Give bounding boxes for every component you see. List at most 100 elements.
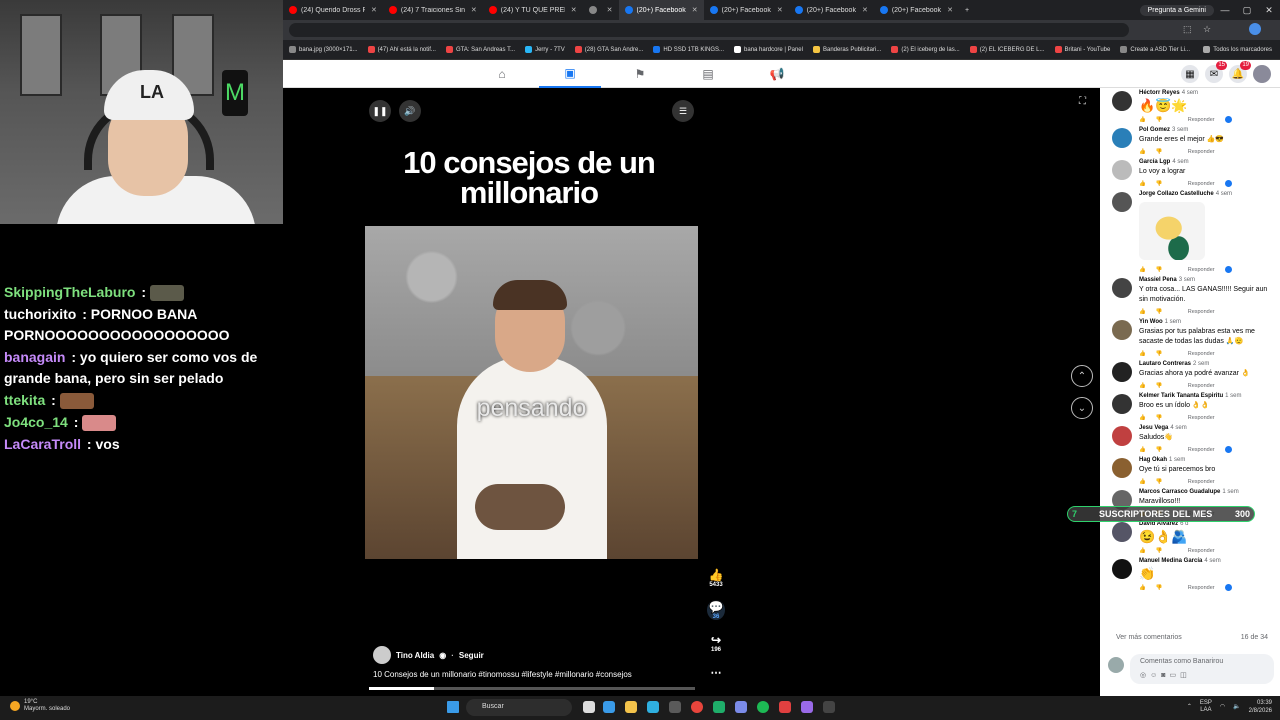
list-icon[interactable]: ☰: [672, 100, 694, 122]
browser-tab[interactable]: (20+) Facebook ✕: [704, 0, 789, 20]
marketplace-icon[interactable]: ▤: [677, 60, 739, 88]
volume-icon[interactable]: 🔊: [399, 100, 421, 122]
video-icon[interactable]: ▣: [539, 60, 601, 88]
commenter-name[interactable]: Lautaro Contreras: [1139, 361, 1191, 367]
commenter-avatar[interactable]: [1112, 192, 1132, 212]
like-icon[interactable]: 👍: [1139, 585, 1146, 591]
like-icon[interactable]: 👍: [1139, 267, 1146, 273]
reply-button[interactable]: Responder: [1188, 383, 1215, 389]
reply-button[interactable]: Responder: [1188, 351, 1215, 357]
star-icon[interactable]: ☆: [1203, 24, 1211, 35]
chat-username[interactable]: banagain: [4, 349, 65, 365]
gif-icon[interactable]: ▭: [1170, 672, 1181, 679]
camera-icon[interactable]: ◙: [1161, 672, 1169, 679]
pause-icon[interactable]: ❚❚: [369, 100, 391, 122]
dislike-icon[interactable]: 👎: [1156, 383, 1163, 389]
like-icon[interactable]: 👍: [1139, 415, 1146, 421]
task-view-icon[interactable]: [583, 701, 595, 713]
chat-username[interactable]: SkippingTheLaburo: [4, 284, 135, 300]
chat-username[interactable]: Jo4co_14: [4, 414, 68, 430]
bookmark-item[interactable]: (2) EL ICEBERG DE L...: [969, 46, 1045, 53]
emoji-icon[interactable]: ☺: [1150, 672, 1161, 679]
chevron-up-icon[interactable]: ⌃: [1187, 703, 1192, 711]
commenter-name[interactable]: Massiel Pena: [1139, 277, 1177, 283]
video-frame[interactable]: pensando: [365, 226, 698, 559]
close-tab-icon[interactable]: ✕: [607, 6, 613, 14]
more-comments-link[interactable]: Ver más comentarios: [1116, 634, 1182, 641]
file-explorer-icon[interactable]: [625, 701, 637, 713]
commenter-avatar[interactable]: [1112, 320, 1132, 340]
wifi-icon[interactable]: ◠: [1220, 703, 1225, 711]
like-button[interactable]: 👍 5433: [708, 568, 724, 588]
share-button[interactable]: ↪ 196: [708, 633, 724, 653]
commenter-name[interactable]: Yin Woo: [1139, 319, 1163, 325]
dislike-icon[interactable]: 👎: [1156, 149, 1163, 155]
browser-tab[interactable]: ✕: [583, 0, 619, 20]
browser-tab[interactable]: (24) Y TU QUE PREFIER ✕: [483, 0, 583, 20]
like-icon[interactable]: 👍: [1139, 479, 1146, 485]
mail-icon[interactable]: [603, 701, 615, 713]
reply-button[interactable]: Responder: [1188, 415, 1215, 421]
bookmark-item[interactable]: Create a ASD Tier Li...: [1120, 46, 1190, 53]
close-tab-icon[interactable]: ✕: [571, 6, 577, 14]
dislike-icon[interactable]: 👎: [1156, 548, 1163, 554]
close-window-icon[interactable]: ✕: [1258, 5, 1280, 16]
spotify-icon[interactable]: [757, 701, 769, 713]
like-icon[interactable]: 👍: [1139, 181, 1146, 187]
dislike-icon[interactable]: 👎: [1156, 117, 1163, 123]
more-options-icon[interactable]: ⋯: [708, 666, 724, 679]
megaphone-icon[interactable]: 📢: [746, 60, 808, 88]
browser-tab[interactable]: (20+) Facebook ✕: [618, 0, 704, 20]
close-tab-icon[interactable]: ✕: [371, 6, 377, 14]
commenter-name[interactable]: Hag Okah: [1139, 457, 1167, 463]
comment-button[interactable]: 💬 36: [707, 600, 725, 620]
dislike-icon[interactable]: 👎: [1156, 351, 1163, 357]
chat-username[interactable]: ttekita: [4, 392, 45, 408]
author-avatar[interactable]: [373, 646, 391, 664]
app-icon-blue[interactable]: [735, 701, 747, 713]
new-tab-button[interactable]: +: [959, 0, 975, 20]
store-icon[interactable]: [669, 701, 681, 713]
reply-button[interactable]: Responder: [1188, 117, 1215, 123]
browser-tab[interactable]: (20+) Facebook ✕: [874, 0, 959, 20]
dislike-icon[interactable]: 👎: [1156, 585, 1163, 591]
dislike-icon[interactable]: 👎: [1156, 447, 1163, 453]
commenter-avatar[interactable]: [1112, 91, 1132, 111]
reply-button[interactable]: Responder: [1188, 267, 1215, 273]
commenter-avatar[interactable]: [1112, 278, 1132, 298]
video-progress[interactable]: [369, 687, 695, 690]
commenter-name[interactable]: Jorge Collazo Castelluche: [1139, 191, 1214, 197]
chat-username[interactable]: LaCaraTroll: [4, 436, 81, 452]
bookmark-item[interactable]: bana.jpg (3000×171...: [289, 46, 358, 53]
commenter-avatar[interactable]: [1112, 426, 1132, 446]
browser-tab[interactable]: (24) 7 Traiciones Sinie ✕: [383, 0, 483, 20]
menu-grid-icon[interactable]: ▦: [1181, 65, 1199, 83]
edge-icon[interactable]: [647, 701, 659, 713]
reply-button[interactable]: Responder: [1188, 548, 1215, 554]
like-icon[interactable]: 👍: [1139, 149, 1146, 155]
commenter-avatar[interactable]: [1112, 522, 1132, 542]
bookmark-item[interactable]: bana hardcore | Panel: [734, 46, 803, 53]
account-avatar[interactable]: [1253, 65, 1271, 83]
app-icon-green[interactable]: [713, 701, 725, 713]
bookmark-item[interactable]: (2) El iceberg de las...: [891, 46, 960, 53]
browser-tab[interactable]: (24) Querido Dross RU ✕: [283, 0, 383, 20]
previous-video-button[interactable]: ⌃: [1071, 365, 1093, 387]
comment-input[interactable]: Comentas como Banarirou ◎☺◙▭◫: [1130, 654, 1274, 684]
bell-icon[interactable]: 🔔 19: [1229, 61, 1251, 83]
bookmark-item[interactable]: Britani - YouTube: [1054, 46, 1110, 53]
maximize-icon[interactable]: ▢: [1236, 5, 1258, 16]
fullscreen-icon[interactable]: ⛶: [1079, 96, 1086, 107]
bookmark-item[interactable]: HD SSD 1TB KINGS...: [653, 46, 724, 53]
bookmark-item[interactable]: Jerry - 7TV: [525, 46, 565, 53]
commenter-name[interactable]: Marcos Carrasco Guadalupe: [1139, 489, 1220, 495]
commenter-avatar[interactable]: [1112, 128, 1132, 148]
browser-tab[interactable]: (20+) Facebook ✕: [789, 0, 874, 20]
reply-button[interactable]: Responder: [1188, 309, 1215, 315]
next-video-button[interactable]: ⌄: [1071, 397, 1093, 419]
commenter-name[interactable]: Kelmer Tarik Tananta Espiritu: [1139, 393, 1223, 399]
close-tab-icon[interactable]: ✕: [862, 6, 868, 14]
commenter-name[interactable]: García Lgp: [1139, 159, 1170, 165]
reply-button[interactable]: Responder: [1188, 585, 1215, 591]
bookmark-item[interactable]: Banderas Publicitari...: [812, 46, 881, 53]
